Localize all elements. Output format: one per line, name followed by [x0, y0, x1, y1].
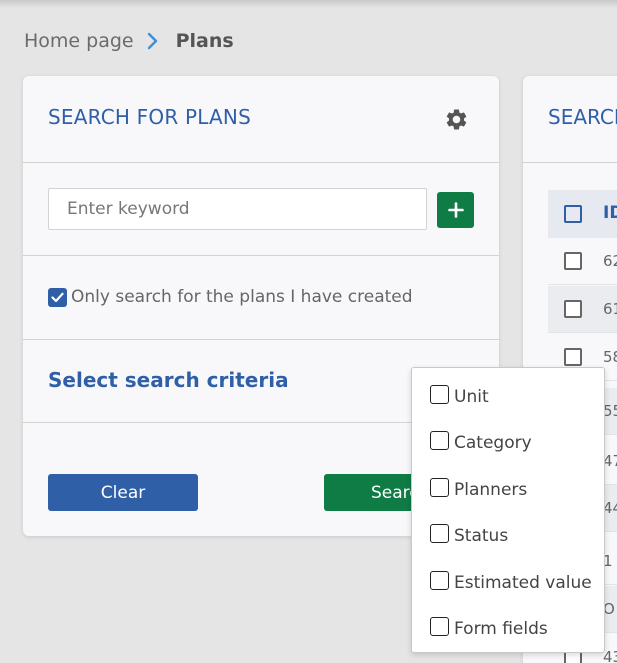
criteria-option-status[interactable]: Status [430, 523, 508, 549]
row-id: 44 [603, 499, 617, 517]
criteria-option-label: Estimated value [454, 573, 592, 593]
criteria-option-label: Status [454, 526, 509, 546]
criteria-option-form-fields[interactable]: Form fields [430, 616, 548, 642]
select-all-checkbox[interactable] [564, 205, 582, 223]
clear-button[interactable]: Clear [48, 474, 198, 511]
row-id: 62 [603, 252, 617, 270]
top-bar-shadow [0, 0, 617, 8]
criteria-option-estimated-value[interactable]: Estimated value [430, 570, 592, 596]
row-id: 47 [603, 452, 617, 470]
breadcrumb: Home page Plans [24, 29, 234, 53]
results-panel-header: SEARCH RESULTS [523, 76, 617, 163]
row-id: 58 [603, 348, 617, 366]
keyword-section [23, 163, 499, 256]
row-checkbox[interactable] [564, 252, 582, 270]
criteria-option-label: Form fields [454, 619, 548, 639]
table-row[interactable]: 62 [548, 238, 617, 285]
gear-icon[interactable] [444, 107, 469, 132]
results-panel-title: SEARCH RESULTS [548, 105, 617, 129]
search-panel-header: SEARCH FOR PLANS [23, 76, 499, 163]
breadcrumb-current: Plans [175, 30, 234, 52]
id-column-header[interactable]: ID [603, 203, 617, 223]
criteria-checkbox[interactable] [430, 384, 449, 404]
criteria-option-category[interactable]: Category [430, 430, 532, 456]
criteria-option-label: Unit [454, 387, 489, 407]
criteria-option-label: Planners [454, 480, 528, 500]
results-table-header: ID [548, 190, 617, 238]
criteria-option-label: Category [454, 433, 532, 453]
checkmark-icon [51, 292, 64, 303]
only-mine-label[interactable]: Only search for the plans I have created [71, 287, 413, 307]
criteria-option-planners[interactable]: Planners [430, 477, 527, 503]
select-criteria-toggle[interactable]: Select search criteria [48, 368, 289, 392]
row-id: 55 [603, 402, 617, 420]
keyword-input[interactable] [48, 188, 427, 230]
criteria-checkbox[interactable] [430, 523, 449, 543]
row-id: 43 [603, 648, 617, 663]
criteria-checkbox[interactable] [430, 616, 449, 636]
row-checkbox[interactable] [564, 348, 582, 366]
only-mine-section: Only search for the plans I have created [23, 256, 499, 340]
only-mine-checkbox[interactable] [48, 288, 67, 307]
criteria-checkbox[interactable] [430, 477, 449, 497]
criteria-checkbox[interactable] [430, 430, 449, 450]
search-panel-title: SEARCH FOR PLANS [48, 105, 251, 129]
row-id: 61 [603, 300, 617, 318]
criteria-dropdown: Unit Category Planners Status Estimated … [411, 367, 605, 653]
chevron-right-icon [146, 31, 166, 51]
table-row[interactable]: 61 [548, 286, 617, 333]
add-keyword-button[interactable] [437, 192, 474, 228]
criteria-checkbox[interactable] [430, 570, 449, 590]
row-checkbox[interactable] [564, 300, 582, 318]
criteria-option-unit[interactable]: Unit [430, 384, 489, 410]
plus-icon [447, 202, 464, 218]
breadcrumb-home-link[interactable]: Home page [24, 30, 134, 52]
